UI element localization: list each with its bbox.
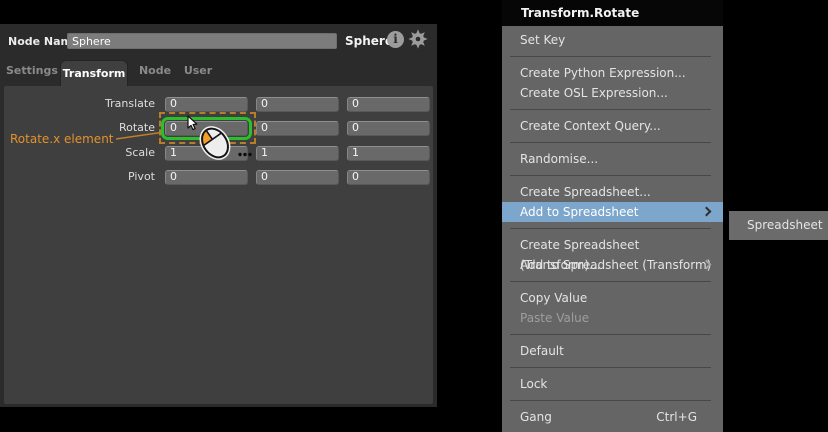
field-pivot-x[interactable]: 0 bbox=[165, 170, 248, 185]
menu-item-label: Create Context Query... bbox=[520, 119, 661, 133]
field-pivot-y[interactable]: 0 bbox=[256, 170, 339, 185]
row-label-scale: Scale bbox=[4, 145, 155, 161]
rotate-x-highlight-border bbox=[161, 117, 252, 140]
menu-item-create-osl-expression[interactable]: Create OSL Expression... bbox=[502, 83, 723, 103]
menu-item-create-python-expression[interactable]: Create Python Expression... bbox=[502, 63, 723, 83]
context-menu-title: Transform.Rotate bbox=[502, 0, 723, 26]
menu-item-label: Randomise... bbox=[520, 152, 598, 166]
menu-separator bbox=[510, 142, 711, 143]
field-rotate-y[interactable]: 0 bbox=[256, 121, 339, 136]
field-translate-y[interactable]: 0 bbox=[256, 97, 339, 112]
context-menu: Transform.Rotate Set Key Create Python Ex… bbox=[502, 0, 723, 432]
gear-icon[interactable] bbox=[408, 29, 428, 49]
menu-item-create-spreadsheet[interactable]: Create Spreadsheet... bbox=[502, 182, 723, 202]
menu-item-label: Create OSL Expression... bbox=[520, 86, 668, 100]
tab-settings[interactable]: Settings bbox=[6, 56, 56, 86]
submenu-item-spreadsheet[interactable]: Spreadsheet bbox=[729, 211, 828, 240]
field-translate-z[interactable]: 0 bbox=[347, 97, 430, 112]
row-label-pivot: Pivot bbox=[4, 169, 155, 185]
menu-item-lock[interactable]: Lock bbox=[502, 374, 723, 394]
menu-item-copy-value[interactable]: Copy Value bbox=[502, 288, 723, 308]
menu-item-label: Create Spreadsheet... bbox=[520, 185, 651, 199]
menu-item-create-spreadsheet-transform[interactable]: Create Spreadsheet (Transform)... bbox=[502, 235, 723, 255]
submenu-arrow-icon bbox=[702, 207, 712, 217]
menu-item-paste-value: Paste Value bbox=[502, 308, 723, 328]
menu-item-label: Set Key bbox=[520, 33, 565, 47]
menu-item-label: Add to Spreadsheet (Transform) bbox=[520, 258, 711, 272]
menu-separator bbox=[510, 109, 711, 110]
menu-item-randomise[interactable]: Randomise... bbox=[502, 149, 723, 169]
menu-item-label: Create Python Expression... bbox=[520, 66, 686, 80]
tab-node[interactable]: Node bbox=[132, 56, 178, 86]
menu-separator bbox=[510, 334, 711, 335]
row-label-translate: Translate bbox=[4, 96, 155, 112]
menu-separator bbox=[510, 281, 711, 282]
field-translate-x[interactable]: 0 bbox=[165, 97, 248, 112]
menu-item-default[interactable]: Default bbox=[502, 341, 723, 361]
menu-item-add-to-spreadsheet-transform[interactable]: Add to Spreadsheet (Transform) bbox=[502, 255, 723, 275]
menu-item-label: Paste Value bbox=[520, 311, 589, 325]
annotation-label: Rotate.x element bbox=[10, 132, 114, 147]
transform-tab-content: 000Pivot111Scale000Rotate000Translate Ro… bbox=[4, 86, 433, 404]
field-scale-z[interactable]: 1 bbox=[347, 146, 430, 161]
tab-strip: SettingsTransformNodeUser bbox=[0, 56, 437, 86]
field-scale-y[interactable]: 1 bbox=[256, 146, 339, 161]
menu-separator bbox=[510, 175, 711, 176]
menu-item-shortcut: Ctrl+G bbox=[656, 407, 697, 427]
field-pivot-z[interactable]: 0 bbox=[347, 170, 430, 185]
menu-separator bbox=[510, 400, 711, 401]
info-icon[interactable]: i bbox=[387, 31, 404, 48]
node-name-input[interactable] bbox=[67, 33, 337, 49]
menu-item-label: Gang bbox=[520, 410, 552, 424]
context-submenu: Spreadsheet bbox=[729, 211, 828, 240]
tab-transform[interactable]: Transform bbox=[60, 60, 128, 86]
field-rotate-z[interactable]: 0 bbox=[347, 121, 430, 136]
menu-item-label: Copy Value bbox=[520, 291, 587, 305]
menu-item-set-key[interactable]: Set Key bbox=[502, 30, 723, 50]
menu-separator bbox=[510, 228, 711, 229]
tab-user[interactable]: User bbox=[176, 56, 220, 86]
field-scale-x[interactable]: 1 bbox=[165, 146, 248, 161]
menu-separator bbox=[510, 367, 711, 368]
node-title: Sphere bbox=[345, 34, 393, 49]
menu-item-create-context-query[interactable]: Create Context Query... bbox=[502, 116, 723, 136]
menu-item-add-to-spreadsheet[interactable]: Add to Spreadsheet bbox=[502, 202, 723, 222]
parameter-panel: Node Name Sphere i SettingsTransformNode… bbox=[0, 24, 437, 407]
menu-separator bbox=[510, 56, 711, 57]
menu-item-label: Default bbox=[520, 344, 564, 358]
menu-item-label: Add to Spreadsheet bbox=[520, 205, 639, 219]
menu-item-gang[interactable]: Gang Ctrl+G bbox=[502, 407, 723, 427]
menu-item-label: Lock bbox=[520, 377, 547, 391]
